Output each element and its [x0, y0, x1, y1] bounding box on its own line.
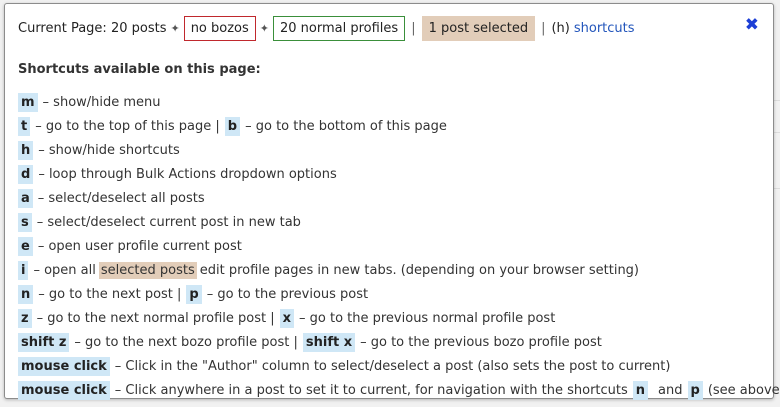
shortcut-row: d – loop through Bulk Actions dropdown op… — [18, 162, 765, 186]
shortcut-description: – loop through Bulk Actions dropdown opt… — [38, 166, 337, 182]
shortcut-connector: and — [658, 382, 683, 398]
shortcut-description: – go to the bottom of this page — [245, 118, 447, 134]
shortcut-description: edit profile pages in new tabs. (dependi… — [199, 262, 640, 278]
shortcut-description: – go to the next bozo profile post | — [74, 334, 298, 350]
shortcut-row: h – show/hide shortcuts — [18, 138, 765, 162]
shortcuts-panel: Current Page: 20 posts ✦ no bozos ✦ 20 n… — [4, 3, 780, 402]
shortcut-description: – go to the next post | — [38, 286, 182, 302]
shortcut-key: mouse click — [18, 380, 110, 400]
shortcut-key: x — [279, 308, 294, 328]
no-bozos-filter[interactable]: no bozos — [183, 15, 256, 41]
shortcut-key: s — [18, 212, 32, 232]
shortcut-row: mouse click – Click anywhere in a post to… — [18, 378, 780, 402]
shortcut-description: (see above) — [707, 382, 780, 398]
shortcut-description: – select/deselect all posts — [37, 190, 205, 206]
shortcut-list: m – show/hide menu t – go to the top of thi… — [18, 90, 780, 402]
shortcut-key: d — [18, 164, 34, 184]
shortcut-description: – show/hide menu — [42, 94, 161, 110]
shortcut-row: s – select/deselect current post in new t… — [18, 210, 765, 234]
shortcut-key: n — [632, 380, 649, 400]
shortcut-key: mouse click — [18, 356, 110, 376]
shortcut-row: e – open user profile current post — [18, 234, 765, 258]
shortcut-key: shift z — [18, 332, 70, 352]
shortcut-description: – go to the previous normal profile post — [299, 310, 556, 326]
shortcut-description: – go to the previous post — [206, 286, 369, 302]
shortcut-key: m — [18, 92, 38, 112]
separator-icon: ✦ — [170, 21, 180, 35]
divider: | — [411, 20, 416, 36]
shortcut-description: – go to the top of this page | — [35, 118, 220, 134]
shortcuts-title: Shortcuts available on this page: — [18, 62, 261, 77]
shortcut-row: mouse click – Click in the "Author" colum… — [18, 354, 765, 378]
shortcut-key: b — [224, 116, 241, 136]
shortcut-description: – show/hide shortcuts — [38, 142, 180, 158]
shortcut-key: t — [18, 116, 31, 136]
shortcut-row: n – go to the next post | p – go to the pre… — [18, 282, 765, 306]
shortcut-row: i – open all selected posts edit profile pa… — [18, 258, 765, 282]
selected-posts-highlight: selected posts — [98, 261, 197, 279]
shortcut-description: – go to the previous bozo profile post — [360, 334, 602, 350]
normal-profiles-filter[interactable]: 20 normal profiles — [273, 15, 406, 41]
close-icon[interactable]: ✖ — [745, 17, 759, 34]
shortcut-row: t – go to the top of this page | b – go to … — [18, 114, 765, 138]
shortcut-description: – open user profile current post — [37, 238, 242, 254]
shortcut-key: a — [18, 188, 33, 208]
shortcuts-link[interactable]: shortcuts — [574, 21, 635, 36]
shortcut-key: i — [18, 260, 29, 280]
shortcut-row: m – show/hide menu — [18, 90, 765, 114]
shortcut-key: n — [18, 284, 34, 304]
shortcut-row: shift z – go to the next bozo profile pos… — [18, 330, 765, 354]
shortcut-row: a – select/deselect all posts — [18, 186, 765, 210]
shortcut-hint: (h) — [551, 20, 570, 36]
shortcut-row: z – go to the next normal profile post | x… — [18, 306, 765, 330]
shortcut-description: – open all — [33, 262, 96, 278]
selected-count-badge[interactable]: 1 post selected — [421, 15, 536, 41]
shortcut-key: h — [18, 140, 34, 160]
shortcut-description: – Click in the "Author" column to select… — [114, 358, 671, 374]
shortcut-key: p — [687, 380, 703, 400]
shortcut-key: p — [186, 284, 202, 304]
shortcut-key: e — [18, 236, 33, 256]
divider: | — [541, 20, 546, 36]
shortcut-key: z — [18, 308, 32, 328]
shortcut-description: – select/deselect current post in new ta… — [36, 214, 301, 230]
shortcut-description: – go to the next normal profile post | — [36, 310, 275, 326]
shortcut-key: shift x — [302, 332, 356, 352]
separator-icon: ✦ — [259, 21, 269, 35]
current-page-label: Current Page: 20 posts — [18, 20, 167, 36]
shortcut-description: – Click anywhere in a post to set it to … — [114, 382, 628, 398]
status-bar: Current Page: 20 posts ✦ no bozos ✦ 20 n… — [18, 14, 761, 42]
